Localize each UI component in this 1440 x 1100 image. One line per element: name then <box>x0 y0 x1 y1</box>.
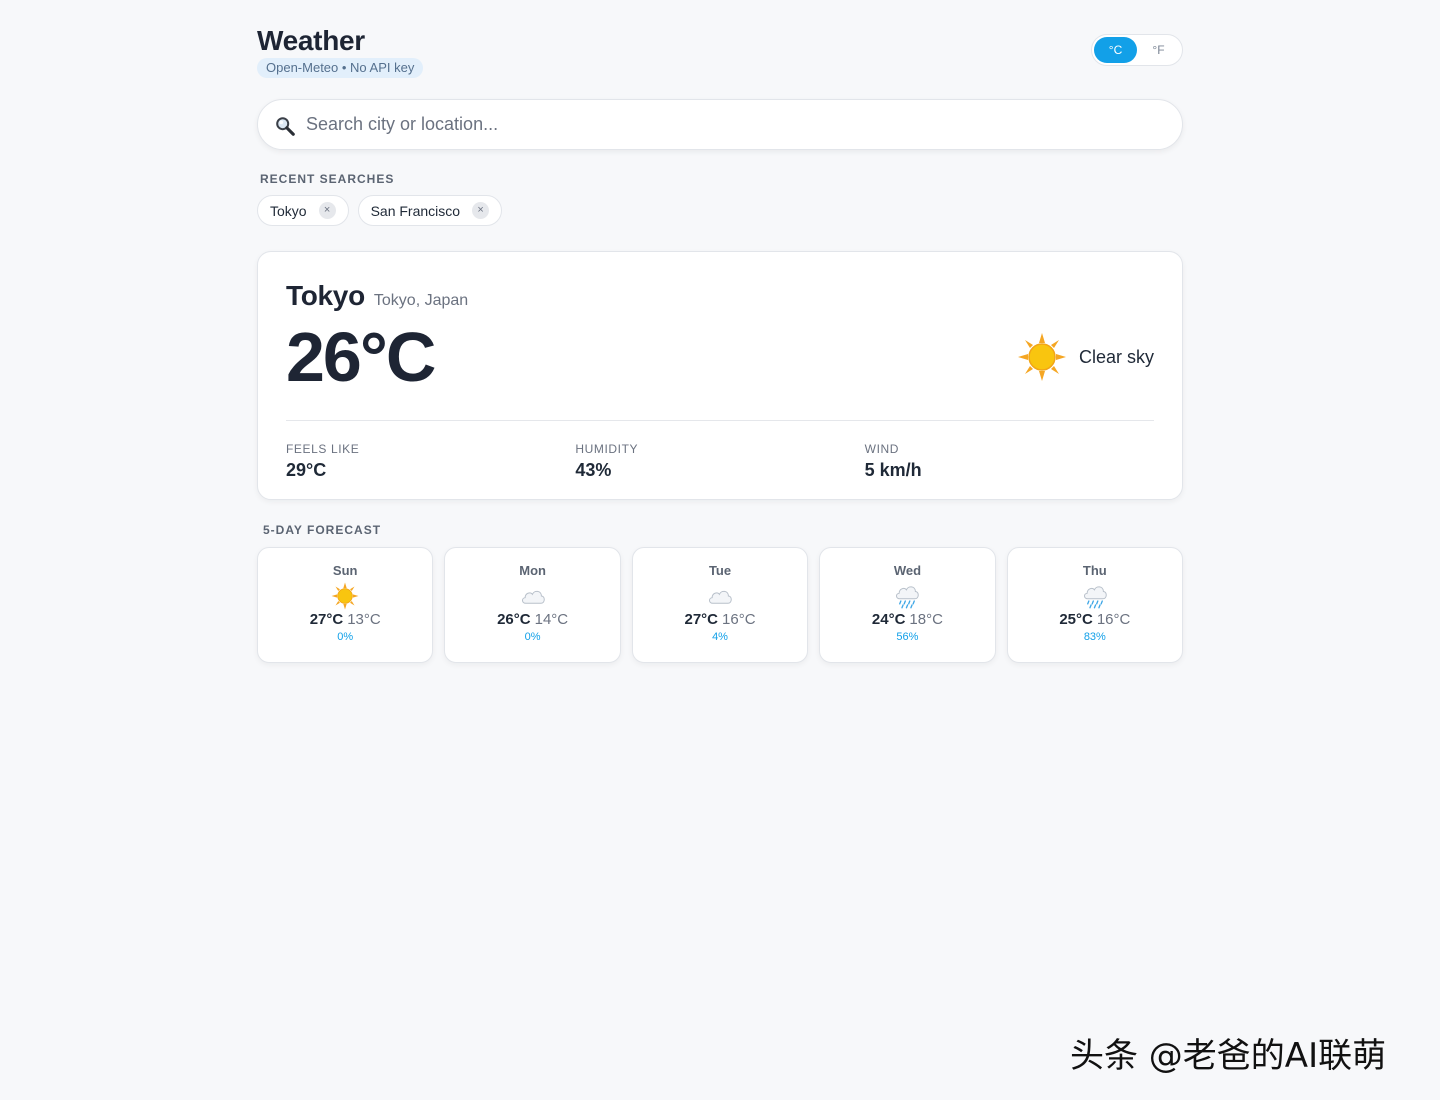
forecast-label: 5-DAY FORECAST <box>263 523 382 537</box>
search-bar <box>257 99 1183 150</box>
stat-value: 5 km/h <box>864 460 922 480</box>
rain-cloud-icon <box>896 586 920 609</box>
stat-label: WIND <box>864 442 900 456</box>
title-block: Weather Open-Meteo • No API key <box>257 24 424 78</box>
day-low: 16°C <box>722 611 756 628</box>
location-row: Tokyo Tokyo, Japan <box>286 280 1154 312</box>
rain-cloud-icon <box>1083 586 1107 609</box>
day-temps: 27°C 16°C <box>685 611 756 628</box>
day-low: 14°C <box>534 611 569 628</box>
fahrenheit-button[interactable]: °F <box>1137 37 1180 63</box>
recent-searches-label: RECENT SEARCHES <box>260 172 395 186</box>
weather-app: Weather Open-Meteo • No API key °C °F RE… <box>257 24 1184 663</box>
day-temps: 25°C 16°C <box>1059 611 1130 628</box>
day-precip: 56% <box>896 631 919 643</box>
day-precip: 0% <box>524 631 541 643</box>
day-precip: 83% <box>1083 631 1106 643</box>
day-precip: 4% <box>712 631 728 643</box>
day-name: Tue <box>708 563 732 578</box>
day-high: 25°C <box>1059 611 1093 628</box>
day-name: Mon <box>519 563 546 578</box>
sun-icon <box>1017 333 1066 381</box>
city-name: Tokyo <box>286 280 365 311</box>
stat-value: 29°C <box>286 460 327 480</box>
forecast-day-wed: Wed 24°C 18°C 56% <box>819 547 996 663</box>
condition-text: Clear sky <box>1078 346 1154 367</box>
header: Weather Open-Meteo • No API key °C °F <box>257 24 1183 99</box>
close-icon[interactable]: × <box>472 202 490 219</box>
day-name: Wed <box>893 563 922 578</box>
current-weather-card: Tokyo Tokyo, Japan 26°C Clear sky FEELS … <box>257 251 1183 500</box>
recent-chip-san-francisco[interactable]: San Francisco × <box>357 195 503 226</box>
forecast-list: Sun 27°C 13°C 0% Mon 26°C 14°C 0% Tue 27… <box>257 547 1184 663</box>
source-badge: Open-Meteo • No API key <box>257 58 424 78</box>
day-high: 24°C <box>871 611 906 628</box>
day-name: Sun <box>332 563 358 578</box>
day-low: 18°C <box>909 611 943 628</box>
current-temperature: 26°C <box>286 318 436 396</box>
current-stats: FEELS LIKE 29°C HUMIDITY 43% WIND 5 km/h <box>286 442 1154 481</box>
forecast-day-mon: Mon 26°C 14°C 0% <box>444 547 621 663</box>
day-high: 27°C <box>309 611 344 628</box>
temperature-row: 26°C Clear sky <box>286 314 1154 400</box>
cloud-icon <box>709 590 732 604</box>
divider <box>286 420 1154 421</box>
search-icon <box>276 117 295 136</box>
stat-feels-like: FEELS LIKE 29°C <box>286 442 575 481</box>
watermark: 头条 @老爸的AI联萌 <box>1070 1036 1387 1076</box>
day-temps: 26°C 14°C <box>497 611 568 628</box>
search-input[interactable] <box>258 100 1182 149</box>
sun-icon <box>331 582 359 610</box>
day-name: Thu <box>1082 563 1107 578</box>
stat-wind: WIND 5 km/h <box>865 442 1154 481</box>
region-name: Tokyo, Japan <box>373 292 469 309</box>
unit-toggle: °C °F <box>1091 34 1183 66</box>
forecast-day-sun: Sun 27°C 13°C 0% <box>257 547 434 663</box>
app-title: Weather <box>257 25 365 56</box>
day-precip: 0% <box>337 631 354 643</box>
day-low: 16°C <box>1096 611 1131 628</box>
stat-label: FEELS LIKE <box>286 442 360 456</box>
forecast-day-thu: Thu 25°C 16°C 83% <box>1006 547 1184 663</box>
day-temps: 27°C 13°C <box>310 611 381 628</box>
stat-value: 43% <box>575 460 612 480</box>
recent-chip-tokyo[interactable]: Tokyo × <box>257 195 349 226</box>
cloud-icon <box>521 590 545 604</box>
chip-label: San Francisco <box>370 202 461 219</box>
stat-label: HUMIDITY <box>575 442 639 456</box>
close-icon[interactable]: × <box>318 202 336 219</box>
day-temps: 24°C 18°C <box>872 611 943 628</box>
celsius-button[interactable]: °C <box>1094 37 1137 63</box>
condition: Clear sky <box>1017 332 1154 382</box>
day-low: 13°C <box>347 611 381 628</box>
chip-label: Tokyo <box>270 202 307 219</box>
recent-searches: Tokyo × San Francisco × <box>257 195 1183 226</box>
forecast-day-tue: Tue 27°C 16°C 4% <box>631 547 809 663</box>
stat-humidity: HUMIDITY 43% <box>575 442 864 481</box>
day-high: 27°C <box>684 611 719 628</box>
day-high: 26°C <box>497 611 531 628</box>
